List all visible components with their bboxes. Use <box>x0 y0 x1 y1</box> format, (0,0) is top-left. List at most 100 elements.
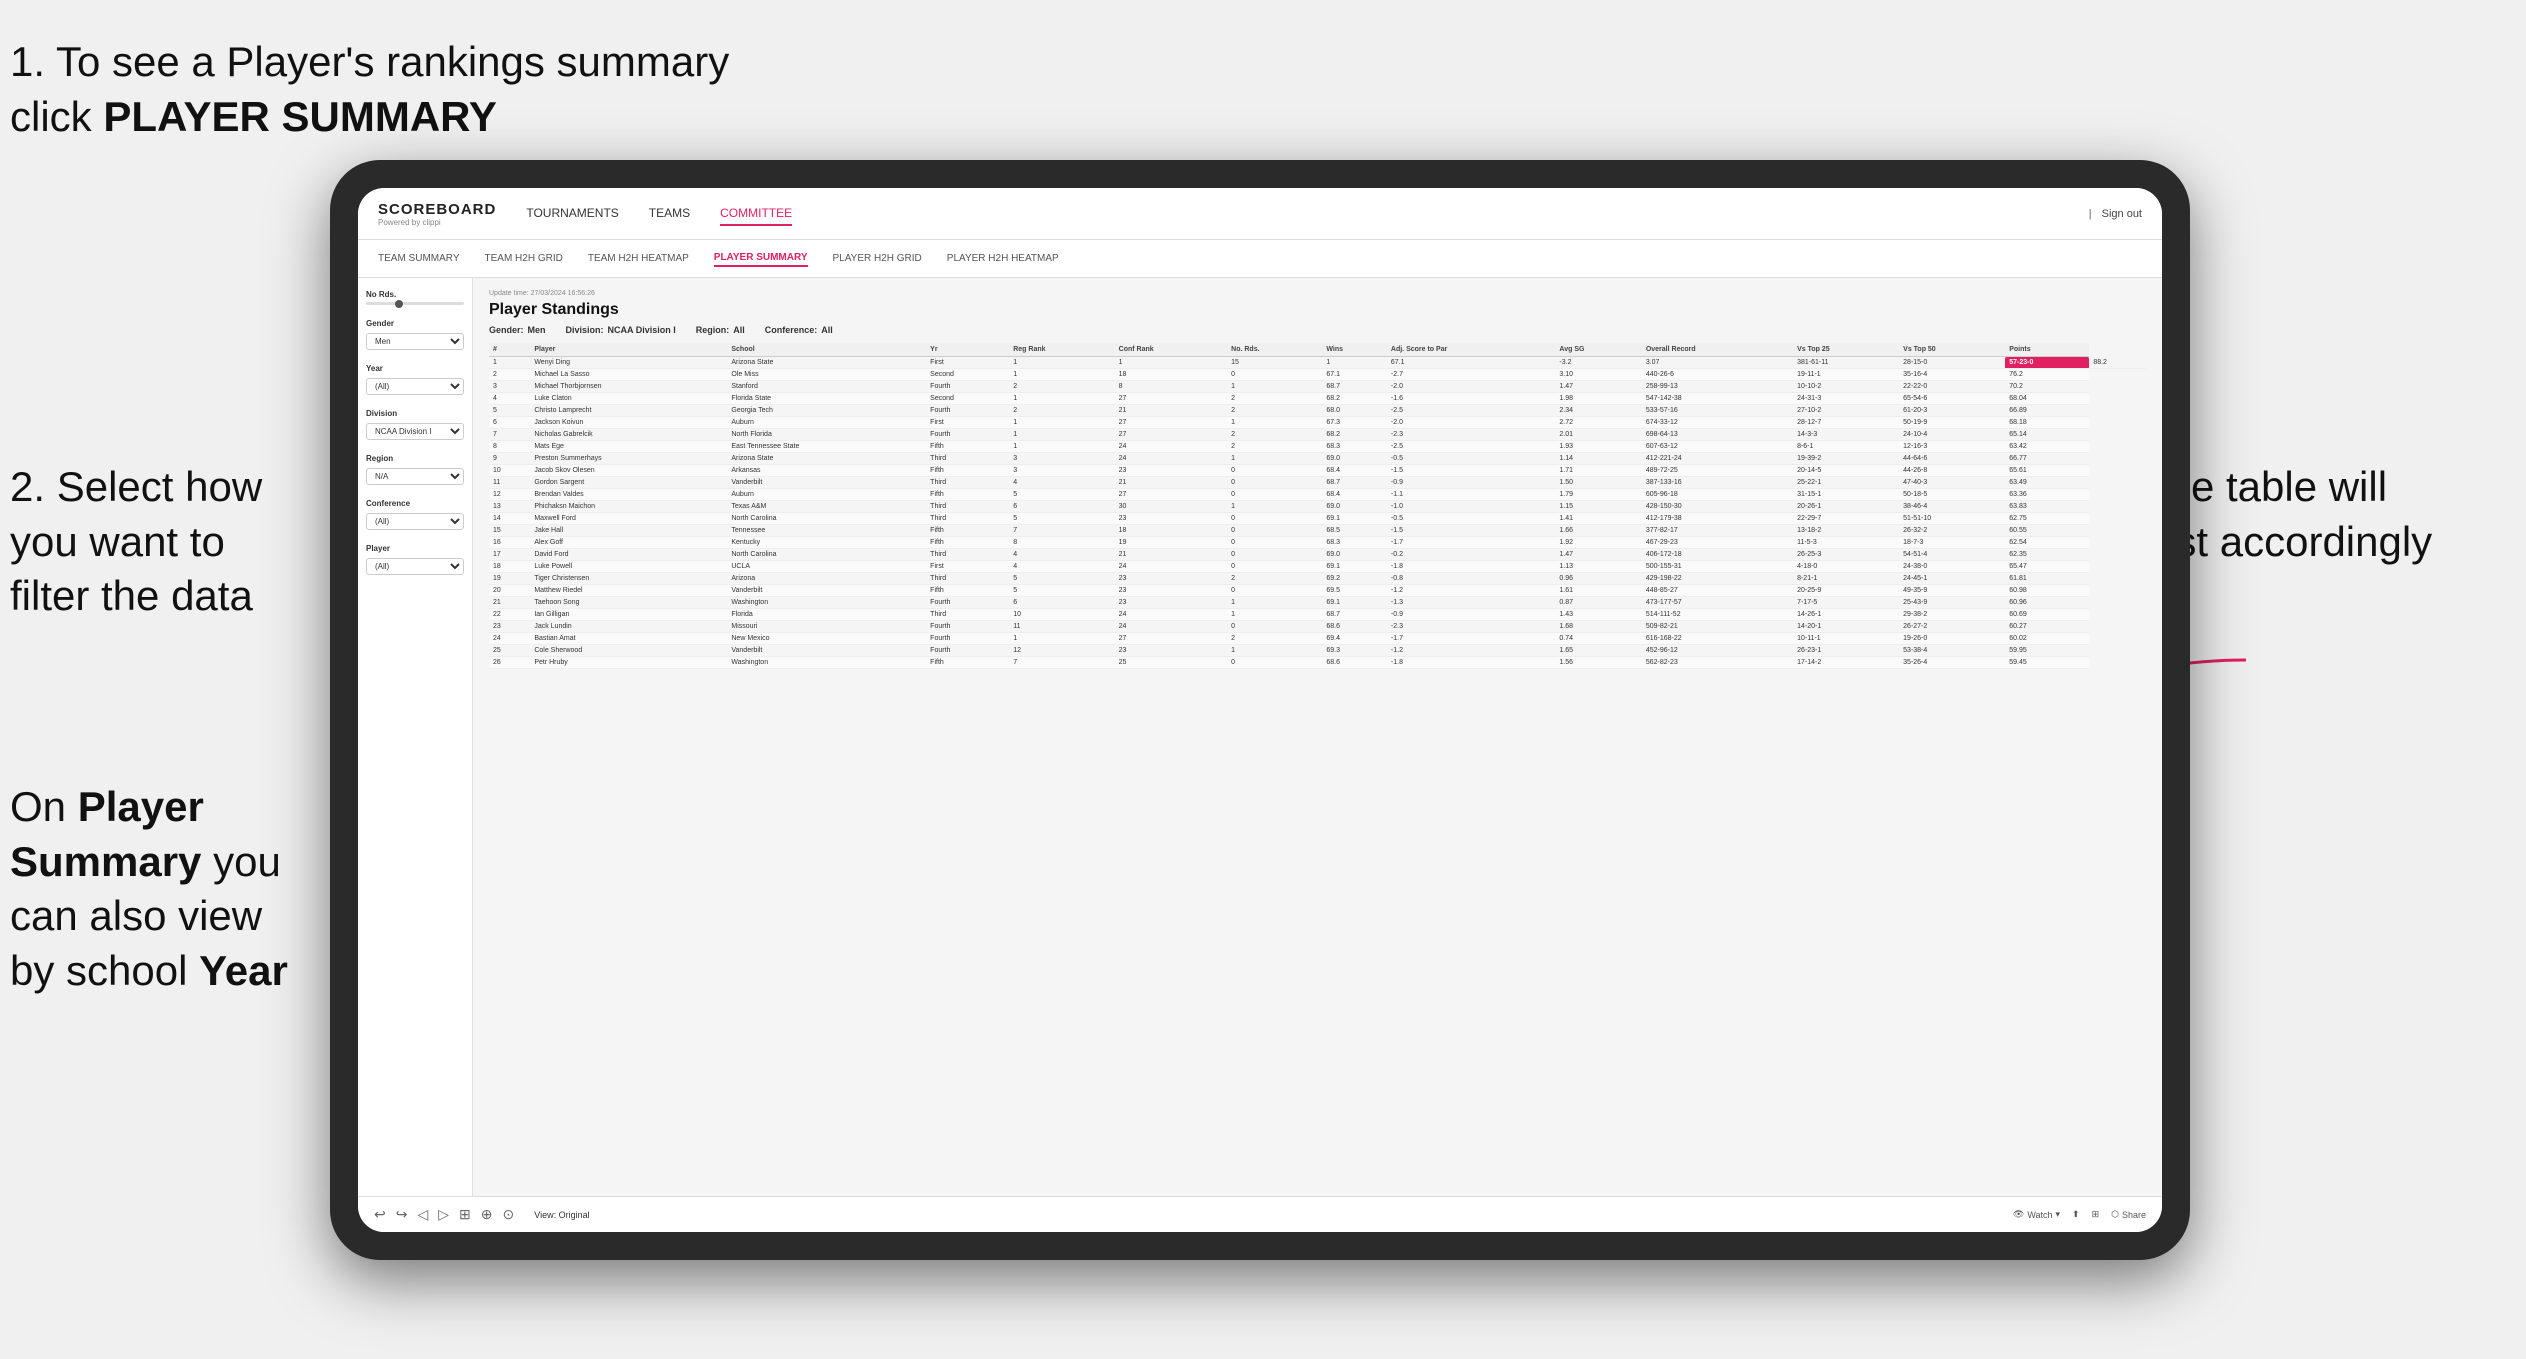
table-cell: 1 <box>1227 501 1322 513</box>
table-cell: 2 <box>1009 405 1114 417</box>
table-row[interactable]: 20Matthew RiedelVanderbiltFifth523069.5-… <box>489 585 2146 597</box>
table-cell: 428-150-30 <box>1642 501 1793 513</box>
subnav-team-summary[interactable]: TEAM SUMMARY <box>378 251 460 266</box>
table-row[interactable]: 11Gordon SargentVanderbiltThird421068.7-… <box>489 477 2146 489</box>
table-cell: 1 <box>1227 645 1322 657</box>
table-cell: 70.2 <box>2005 381 2089 393</box>
table-row[interactable]: 26Petr HrubyWashingtonFifth725068.6-1.81… <box>489 657 2146 669</box>
watch-btn[interactable]: 👁 Watch ▾ <box>2013 1209 2060 1220</box>
table-row[interactable]: 15Jake HallTennesseeFifth718068.5-1.51.6… <box>489 525 2146 537</box>
table-row[interactable]: 19Tiger ChristensenArizonaThird523269.2-… <box>489 573 2146 585</box>
toolbar-undo[interactable]: ↩ <box>374 1206 386 1223</box>
table-cell: North Florida <box>727 429 926 441</box>
table-cell: 0 <box>1227 585 1322 597</box>
table-cell: -2.0 <box>1387 381 1556 393</box>
table-row[interactable]: 21Taehoon SongWashingtonFourth623169.1-1… <box>489 597 2146 609</box>
table-row[interactable]: 16Alex GoffKentuckyFifth819068.3-1.71.92… <box>489 537 2146 549</box>
filter-gender-display: Gender: Men <box>489 325 546 335</box>
table-cell: Michael Thorbjornsen <box>530 381 727 393</box>
subnav-player-h2h-heatmap[interactable]: PLAYER H2H HEATMAP <box>947 251 1059 266</box>
table-row[interactable]: 5Christo LamprechtGeorgia TechFourth2212… <box>489 405 2146 417</box>
table-cell: 23 <box>489 621 530 633</box>
toolbar-forward[interactable]: ▷ <box>438 1206 449 1223</box>
table-row[interactable]: 12Brendan ValdesAuburnFifth527068.4-1.11… <box>489 489 2146 501</box>
table-cell: -0.5 <box>1387 513 1556 525</box>
table-cell: Kentucky <box>727 537 926 549</box>
table-cell: 412-221-24 <box>1642 453 1793 465</box>
table-cell: Florida State <box>727 393 926 405</box>
table-row[interactable]: 3Michael ThorbjornsenStanfordFourth28168… <box>489 381 2146 393</box>
table-row[interactable]: 2Michael La SassoOle MissSecond118067.1-… <box>489 369 2146 381</box>
table-cell: 50-18-5 <box>1899 489 2005 501</box>
region-select[interactable]: N/A All <box>366 468 464 485</box>
toolbar-back[interactable]: ◁ <box>417 1206 428 1223</box>
year-select[interactable]: (All) First Second Third Fourth Fifth <box>366 378 464 395</box>
table-cell: 28-15-0 <box>1899 357 2005 369</box>
nav-teams[interactable]: TEAMS <box>649 202 690 226</box>
nav-committee[interactable]: COMMITTEE <box>720 202 792 226</box>
table-cell: Third <box>926 501 1009 513</box>
sign-out-link[interactable]: Sign out <box>2102 208 2142 220</box>
table-cell: 59.95 <box>2005 645 2089 657</box>
division-select[interactable]: NCAA Division I <box>366 423 464 440</box>
table-row[interactable]: 8Mats EgeEast Tennessee StateFifth124268… <box>489 441 2146 453</box>
th-vs-top50: Vs Top 50 <box>1899 343 2005 357</box>
table-cell: 68.7 <box>1322 477 1387 489</box>
table-cell: 60.98 <box>2005 585 2089 597</box>
table-row[interactable]: 1Wenyi DingArizona StateFirst1115167.1-3… <box>489 357 2146 369</box>
table-cell: 30 <box>1115 501 1228 513</box>
toolbar-clock[interactable]: ⊙ <box>503 1206 515 1223</box>
player-select[interactable]: (All) <box>366 558 464 575</box>
subnav: TEAM SUMMARY TEAM H2H GRID TEAM H2H HEAT… <box>358 240 2162 278</box>
share-btn[interactable]: ⬡ Share <box>2111 1209 2146 1220</box>
table-cell: 68.18 <box>2005 417 2089 429</box>
subnav-player-h2h-grid[interactable]: PLAYER H2H GRID <box>833 251 922 266</box>
table-row[interactable]: 14Maxwell FordNorth CarolinaThird523069.… <box>489 513 2146 525</box>
table-row[interactable]: 6Jackson KoivunAuburnFirst127167.3-2.02.… <box>489 417 2146 429</box>
nav-tournaments[interactable]: TOURNAMENTS <box>526 202 618 226</box>
gender-select[interactable]: Men Women <box>366 333 464 350</box>
watch-chevron: ▾ <box>2055 1209 2060 1220</box>
table-row[interactable]: 17David FordNorth CarolinaThird421069.0-… <box>489 549 2146 561</box>
grid-btn[interactable]: ⊞ <box>2092 1209 2100 1220</box>
table-row[interactable]: 25Cole SherwoodVanderbiltFourth1223169.3… <box>489 645 2146 657</box>
table-row[interactable]: 22Ian GilliganFloridaThird1024168.7-0.91… <box>489 609 2146 621</box>
table-cell: 69.4 <box>1322 633 1387 645</box>
table-cell: -1.6 <box>1387 393 1556 405</box>
toolbar-view[interactable]: View: Original <box>534 1210 589 1220</box>
table-row[interactable]: 24Bastian AmatNew MexicoFourth127269.4-1… <box>489 633 2146 645</box>
export-btn[interactable]: ⬆ <box>2072 1209 2080 1220</box>
table-cell: 14-3-3 <box>1793 429 1899 441</box>
table-cell: -0.2 <box>1387 549 1556 561</box>
conference-select[interactable]: (All) <box>366 513 464 530</box>
table-cell: 69.5 <box>1322 585 1387 597</box>
subnav-team-h2h-heatmap[interactable]: TEAM H2H HEATMAP <box>588 251 689 266</box>
toolbar-redo[interactable]: ↪ <box>396 1206 408 1223</box>
no-rds-slider[interactable] <box>366 302 464 305</box>
update-time: Update time: 27/03/2024 16:56:26 <box>489 290 2146 297</box>
table-cell: Taehoon Song <box>530 597 727 609</box>
table-row[interactable]: 10Jacob Skov OlesenArkansasFifth323068.4… <box>489 465 2146 477</box>
table-cell: 68.3 <box>1322 537 1387 549</box>
th-overall: Overall Record <box>1642 343 1793 357</box>
table-row[interactable]: 9Preston SummerhaysArizona StateThird324… <box>489 453 2146 465</box>
table-row[interactable]: 7Nicholas GabrelcikNorth FloridaFourth12… <box>489 429 2146 441</box>
table-cell: 10 <box>489 465 530 477</box>
table-cell: 0 <box>1227 525 1322 537</box>
toolbar-copy[interactable]: ⊞ <box>459 1206 471 1223</box>
table-row[interactable]: 4Luke ClatonFlorida StateSecond127268.2-… <box>489 393 2146 405</box>
table-cell: Fifth <box>926 525 1009 537</box>
table-cell: Preston Summerhays <box>530 453 727 465</box>
filter-region: Region N/A All <box>366 454 464 485</box>
table-cell: 0 <box>1227 657 1322 669</box>
table-row[interactable]: 23Jack LundinMissouriFourth1124068.6-2.3… <box>489 621 2146 633</box>
table-row[interactable]: 13Phichaksn MaichonTexas A&MThird630169.… <box>489 501 2146 513</box>
slider-thumb[interactable] <box>395 300 403 308</box>
subnav-team-h2h-grid[interactable]: TEAM H2H GRID <box>485 251 563 266</box>
toolbar-plus[interactable]: ⊕ <box>481 1206 493 1223</box>
table-cell: 4 <box>1009 477 1114 489</box>
table-cell: Fourth <box>926 621 1009 633</box>
table-row[interactable]: 18Luke PowellUCLAFirst424069.1-1.81.1350… <box>489 561 2146 573</box>
table-cell: 10-10-2 <box>1793 381 1899 393</box>
subnav-player-summary[interactable]: PLAYER SUMMARY <box>714 250 808 267</box>
